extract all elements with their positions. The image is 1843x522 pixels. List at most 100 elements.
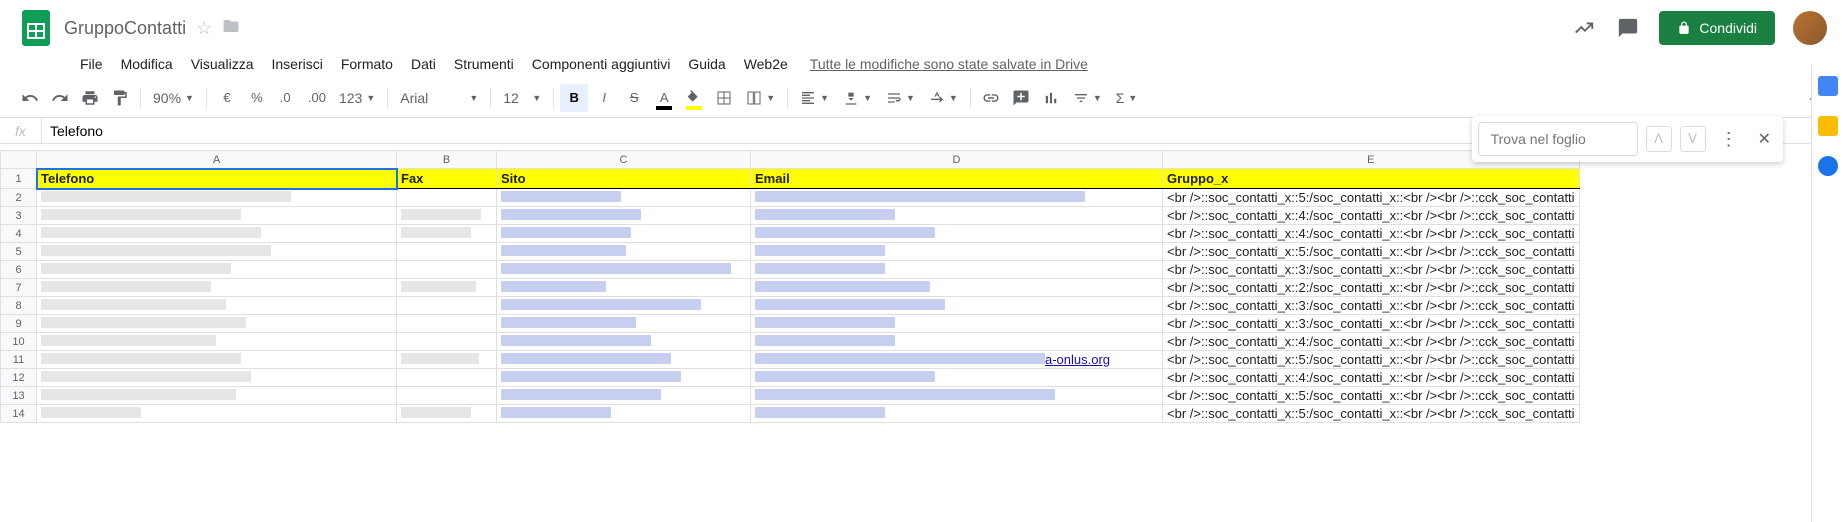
cell-A10[interactable] <box>37 333 397 351</box>
cell-B14[interactable] <box>397 405 497 423</box>
menu-help[interactable]: Guida <box>680 52 733 76</box>
cell-E14[interactable]: <br />::soc_contatti_x::5:/soc_contatti_… <box>1163 405 1580 423</box>
spreadsheet-grid[interactable]: A B C D E 1 Telefono Fax Sito Email Grup… <box>0 150 1811 522</box>
text-rotation-button[interactable]: ▼ <box>923 84 964 112</box>
cell-D4[interactable] <box>751 225 1163 243</box>
cell-E6[interactable]: <br />::soc_contatti_x::3:/soc_contatti_… <box>1163 261 1580 279</box>
find-next-button[interactable]: ᐯ <box>1680 126 1706 152</box>
percent-button[interactable]: % <box>243 84 271 112</box>
italic-button[interactable]: I <box>590 84 618 112</box>
find-options-button[interactable]: ⋮ <box>1714 129 1744 150</box>
cell-B9[interactable] <box>397 315 497 333</box>
filter-button[interactable]: ▼ <box>1067 84 1108 112</box>
cell-C4[interactable] <box>497 225 751 243</box>
print-button[interactable] <box>76 84 104 112</box>
cell-A8[interactable] <box>37 297 397 315</box>
borders-button[interactable] <box>710 84 738 112</box>
cell-D11[interactable]: a-onlus.org <box>751 351 1163 369</box>
menu-web2e[interactable]: Web2e <box>736 52 796 76</box>
cell-C1[interactable]: Sito <box>497 169 751 189</box>
cell-D6[interactable] <box>751 261 1163 279</box>
currency-button[interactable]: € <box>213 84 241 112</box>
row-header-5[interactable]: 5 <box>1 243 37 261</box>
insert-comment-button[interactable] <box>1007 84 1035 112</box>
font-size-dropdown[interactable]: 12▼ <box>497 84 547 112</box>
star-icon[interactable]: ☆ <box>196 18 212 39</box>
decrease-decimal-button[interactable]: .0 <box>273 84 301 112</box>
menu-tools[interactable]: Strumenti <box>446 52 522 76</box>
menu-addons[interactable]: Componenti aggiuntivi <box>524 52 679 76</box>
cell-E2[interactable]: <br />::soc_contatti_x::5:/soc_contatti_… <box>1163 189 1580 207</box>
cell-E4[interactable]: <br />::soc_contatti_x::4:/soc_contatti_… <box>1163 225 1580 243</box>
cell-D2[interactable] <box>751 189 1163 207</box>
row-header-12[interactable]: 12 <box>1 369 37 387</box>
save-status[interactable]: Tutte le modifiche sono state salvate in… <box>810 56 1088 72</box>
menu-data[interactable]: Dati <box>403 52 444 76</box>
col-header-C[interactable]: C <box>497 151 751 169</box>
row-header-13[interactable]: 13 <box>1 387 37 405</box>
increase-decimal-button[interactable]: .00 <box>303 84 331 112</box>
row-header-11[interactable]: 11 <box>1 351 37 369</box>
redo-button[interactable] <box>46 84 74 112</box>
row-header-8[interactable]: 8 <box>1 297 37 315</box>
calendar-addon-icon[interactable] <box>1818 76 1838 96</box>
cell-D8[interactable] <box>751 297 1163 315</box>
undo-button[interactable] <box>16 84 44 112</box>
keep-addon-icon[interactable] <box>1818 116 1838 136</box>
vertical-align-button[interactable]: ▼ <box>837 84 878 112</box>
doc-title[interactable]: GruppoContatti <box>64 18 186 39</box>
row-header-10[interactable]: 10 <box>1 333 37 351</box>
row-header-3[interactable]: 3 <box>1 207 37 225</box>
cell-D13[interactable] <box>751 387 1163 405</box>
cell-E3[interactable]: <br />::soc_contatti_x::4:/soc_contatti_… <box>1163 207 1580 225</box>
cell-B10[interactable] <box>397 333 497 351</box>
font-family-dropdown[interactable]: Arial▼ <box>394 84 484 112</box>
find-input[interactable] <box>1478 122 1638 156</box>
comment-icon[interactable] <box>1615 15 1641 41</box>
cell-A12[interactable] <box>37 369 397 387</box>
cell-E12[interactable]: <br />::soc_contatti_x::4:/soc_contatti_… <box>1163 369 1580 387</box>
cell-A13[interactable] <box>37 387 397 405</box>
trend-icon[interactable] <box>1571 15 1597 41</box>
cell-B5[interactable] <box>397 243 497 261</box>
cell-C7[interactable] <box>497 279 751 297</box>
cell-B4[interactable] <box>397 225 497 243</box>
cell-B6[interactable] <box>397 261 497 279</box>
text-color-button[interactable]: A <box>650 84 678 112</box>
cell-B8[interactable] <box>397 297 497 315</box>
row-header-6[interactable]: 6 <box>1 261 37 279</box>
cell-C13[interactable] <box>497 387 751 405</box>
cell-E13[interactable]: <br />::soc_contatti_x::5:/soc_contatti_… <box>1163 387 1580 405</box>
cell-D10[interactable] <box>751 333 1163 351</box>
row-header-14[interactable]: 14 <box>1 405 37 423</box>
cell-C11[interactable] <box>497 351 751 369</box>
number-format-dropdown[interactable]: 123▼ <box>333 84 381 112</box>
cell-E9[interactable]: <br />::soc_contatti_x::3:/soc_contatti_… <box>1163 315 1580 333</box>
cell-A14[interactable] <box>37 405 397 423</box>
select-all-corner[interactable] <box>1 151 37 169</box>
menu-file[interactable]: File <box>72 52 111 76</box>
col-header-B[interactable]: B <box>397 151 497 169</box>
row-header-2[interactable]: 2 <box>1 189 37 207</box>
cell-C5[interactable] <box>497 243 751 261</box>
cell-C9[interactable] <box>497 315 751 333</box>
insert-chart-button[interactable] <box>1037 84 1065 112</box>
cell-D3[interactable] <box>751 207 1163 225</box>
strikethrough-button[interactable]: S <box>620 84 648 112</box>
tasks-addon-icon[interactable] <box>1818 156 1838 176</box>
find-prev-button[interactable]: ᐱ <box>1646 126 1672 152</box>
cell-A5[interactable] <box>37 243 397 261</box>
cell-C6[interactable] <box>497 261 751 279</box>
sheets-logo[interactable] <box>16 8 56 48</box>
cell-E1[interactable]: Gruppo_x <box>1163 169 1580 189</box>
text-wrap-button[interactable]: ▼ <box>880 84 921 112</box>
col-header-A[interactable]: A <box>37 151 397 169</box>
paint-format-button[interactable] <box>106 84 134 112</box>
cell-E8[interactable]: <br />::soc_contatti_x::3:/soc_contatti_… <box>1163 297 1580 315</box>
menu-view[interactable]: Visualizza <box>183 52 262 76</box>
zoom-dropdown[interactable]: 90%▼ <box>147 84 200 112</box>
cell-C8[interactable] <box>497 297 751 315</box>
cell-C3[interactable] <box>497 207 751 225</box>
cell-A6[interactable] <box>37 261 397 279</box>
insert-link-button[interactable] <box>977 84 1005 112</box>
